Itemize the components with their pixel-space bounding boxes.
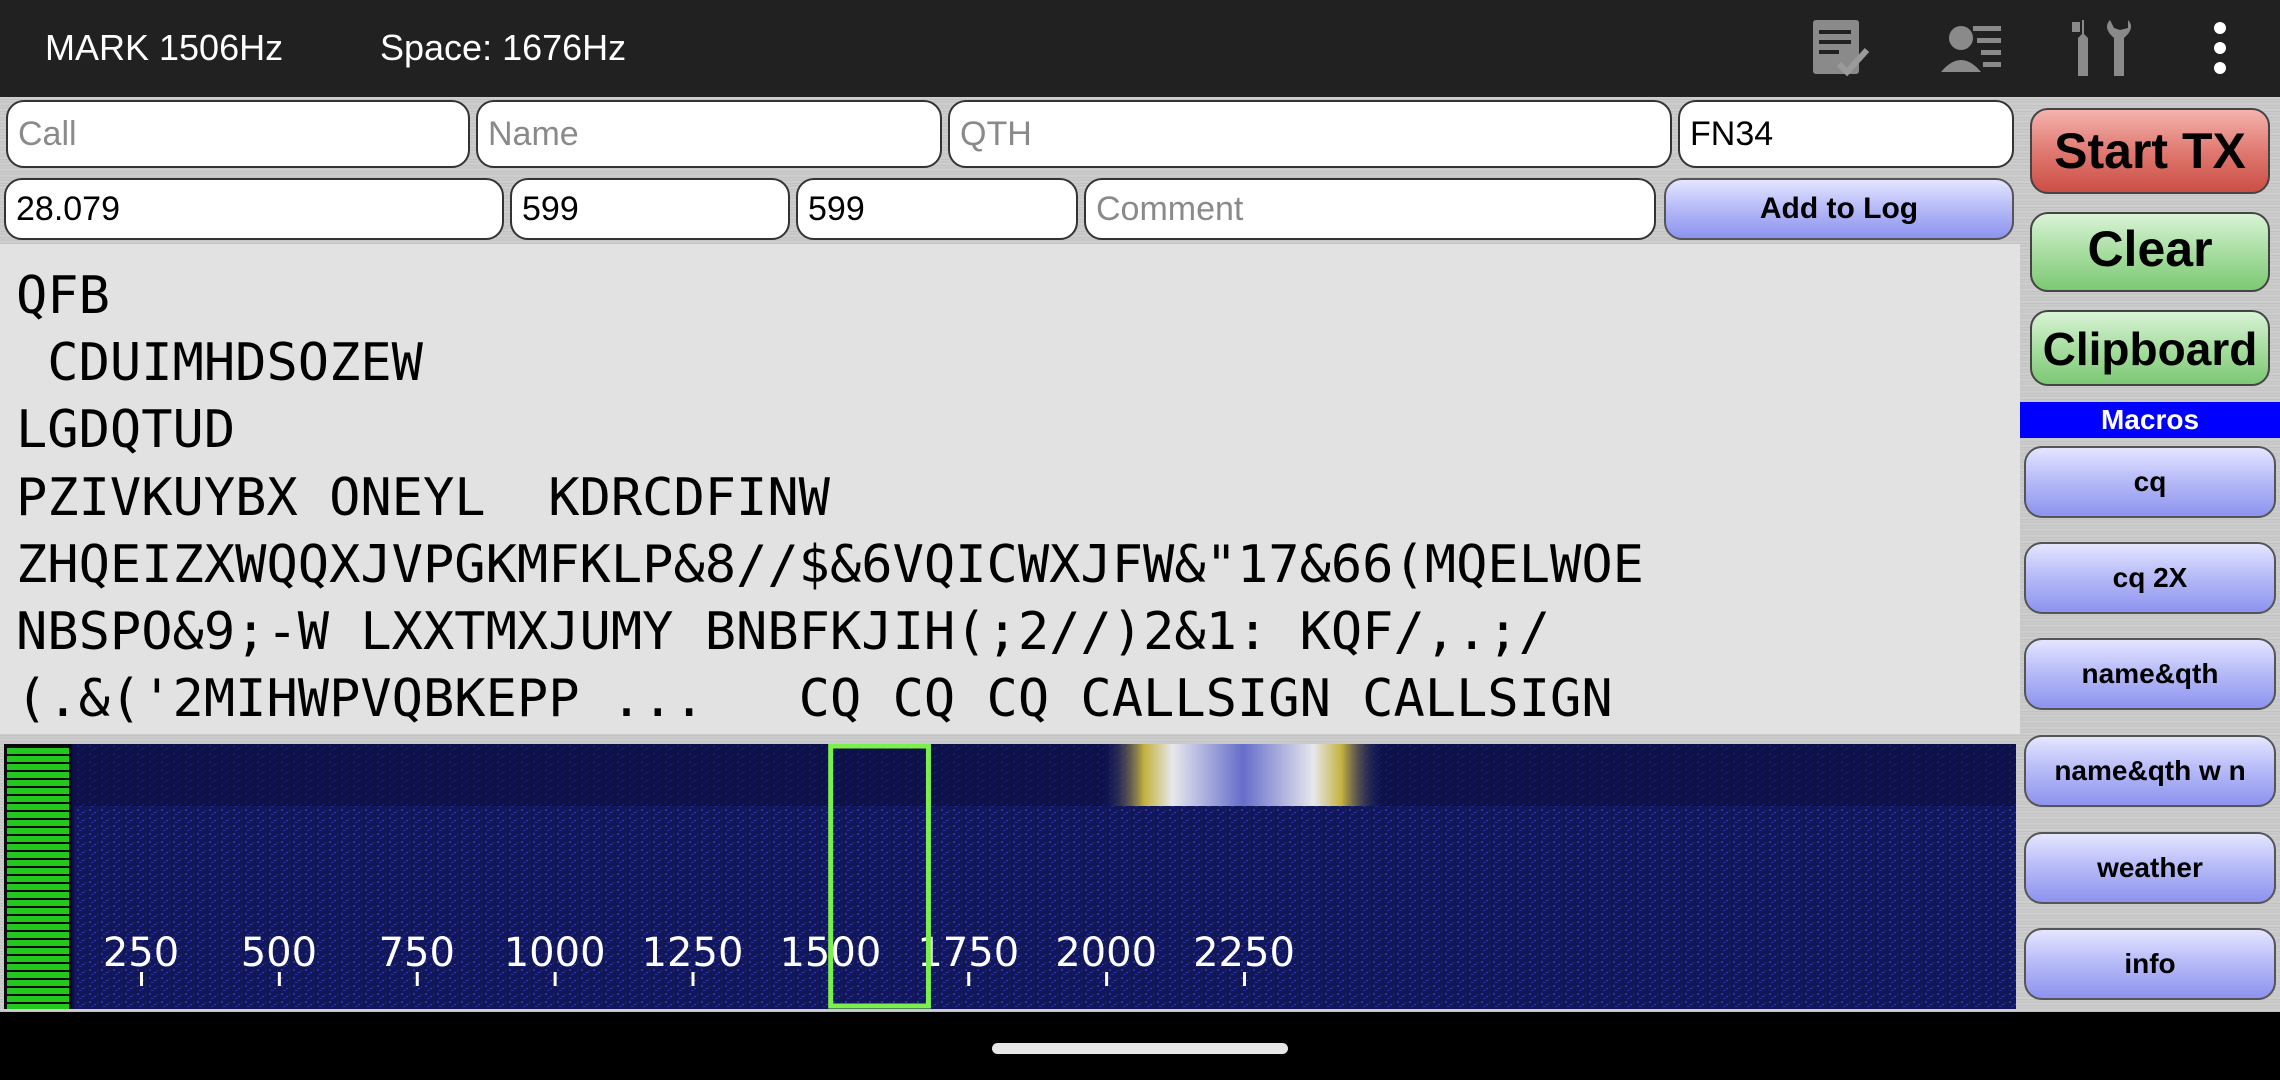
frequency-label: 1750 — [917, 930, 1019, 976]
level-segment — [7, 852, 69, 858]
frequency-label: 2000 — [1055, 930, 1157, 976]
signal-level-bar — [4, 744, 72, 1009]
clipboard-button[interactable]: Clipboard — [2030, 310, 2270, 386]
qth-field[interactable] — [948, 100, 1672, 168]
macro-button-name-qth[interactable]: name&qth — [2024, 638, 2276, 710]
frequency-label: 500 — [241, 930, 317, 976]
call-field[interactable] — [6, 100, 470, 168]
level-segment — [7, 756, 69, 762]
name-field[interactable] — [476, 100, 942, 168]
rx-line: NBSPO&9;-W LXXTMXJUMY BNBFKJIH(;2//)2&1:… — [16, 602, 1551, 662]
overflow-menu-icon[interactable] — [2186, 14, 2254, 82]
macro-button-weather[interactable]: weather — [2024, 832, 2276, 904]
level-segment — [7, 884, 69, 890]
clear-button[interactable]: Clear — [2030, 212, 2270, 292]
space-frequency-status: Space: 1676Hz — [380, 27, 627, 68]
level-segment — [7, 860, 69, 866]
level-segment — [7, 940, 69, 946]
frequency-label: 250 — [103, 930, 179, 976]
level-segment — [7, 980, 69, 986]
macro-button-name-qth-w-n[interactable]: name&qth w n — [2024, 735, 2276, 807]
rx-line: QFB — [16, 266, 110, 326]
level-segment — [7, 796, 69, 802]
rx-line: LGDQTUD — [16, 400, 236, 460]
level-segment — [7, 932, 69, 938]
level-segment — [7, 972, 69, 978]
level-segment — [7, 900, 69, 906]
level-segment — [7, 788, 69, 794]
level-segment — [7, 908, 69, 914]
level-segment — [7, 804, 69, 810]
frequency-label: 1250 — [642, 930, 744, 976]
level-segment — [7, 988, 69, 994]
frequency-label: 750 — [379, 930, 455, 976]
level-segment — [7, 828, 69, 834]
level-segment — [7, 820, 69, 826]
level-segment — [7, 836, 69, 842]
level-segment — [7, 844, 69, 850]
receive-text-area[interactable]: ‾ˋ ˋ ˋ ˋ ˋ ˋ ˋˋˋ QFB CDUIMHDSOZEW LGDQTU… — [0, 244, 2020, 734]
level-segment — [7, 964, 69, 970]
rst-sent-field[interactable] — [510, 178, 790, 240]
log-check-icon[interactable] — [1806, 14, 1874, 82]
macro-button-cq[interactable]: cq — [2024, 446, 2276, 518]
level-segment — [7, 948, 69, 954]
level-segment — [7, 956, 69, 962]
level-segment — [7, 924, 69, 930]
add-to-log-button[interactable]: Add to Log — [1664, 178, 2014, 240]
tools-icon[interactable] — [2068, 14, 2136, 82]
frequency-label: 1000 — [504, 930, 606, 976]
rx-line: ZHQEIZXWQQXJVPGKMFKLP&8//$&6VQICWXJFW&"1… — [16, 535, 1644, 595]
mark-frequency-status: MARK 1506Hz — [45, 27, 284, 68]
level-segment — [7, 892, 69, 898]
start-tx-button[interactable]: Start TX — [2030, 108, 2270, 194]
rx-line: PZIVKUYBX ONEYL KDRCDFINW — [16, 468, 830, 528]
macro-button-info[interactable]: info — [2024, 928, 2276, 1000]
macro-button-cq-2x[interactable]: cq 2X — [2024, 542, 2276, 614]
level-segment — [7, 812, 69, 818]
level-segment — [7, 868, 69, 874]
level-segment — [7, 1004, 69, 1009]
level-segment — [7, 876, 69, 882]
level-segment — [7, 916, 69, 922]
rx-line: (.&('2MIHWPVQBKEPP ... CQ CQ CQ CALLSIGN… — [16, 669, 1613, 729]
level-segment — [7, 780, 69, 786]
app-bar: MARK 1506Hz Space: 1676Hz — [0, 0, 2280, 97]
contact-list-icon[interactable] — [1936, 14, 2004, 82]
waterfall-canvas[interactable]: 250 500 750 1000 1250 1500 1750 2000 2250 — [4, 744, 2016, 1009]
comment-field[interactable] — [1084, 178, 1656, 240]
rx-line: CDUIMHDSOZEW — [16, 333, 423, 393]
waterfall-display[interactable]: 250 500 750 1000 1250 1500 1750 2000 2250 — [4, 744, 2016, 1009]
level-segment — [7, 772, 69, 778]
grid-square-field[interactable] — [1678, 100, 2014, 168]
rst-received-field[interactable] — [796, 178, 1078, 240]
frequency-label: 2250 — [1193, 930, 1295, 976]
level-segment — [7, 748, 69, 754]
frequency-field[interactable] — [4, 178, 504, 240]
level-segment — [7, 764, 69, 770]
macros-header: Macros — [2020, 402, 2280, 438]
rx-partial-line: ‾ˋ ˋ ˋ ˋ ˋ ˋ ˋˋˋ — [16, 244, 861, 266]
level-segment — [7, 996, 69, 1002]
home-gesture-handle[interactable] — [992, 1043, 1288, 1054]
